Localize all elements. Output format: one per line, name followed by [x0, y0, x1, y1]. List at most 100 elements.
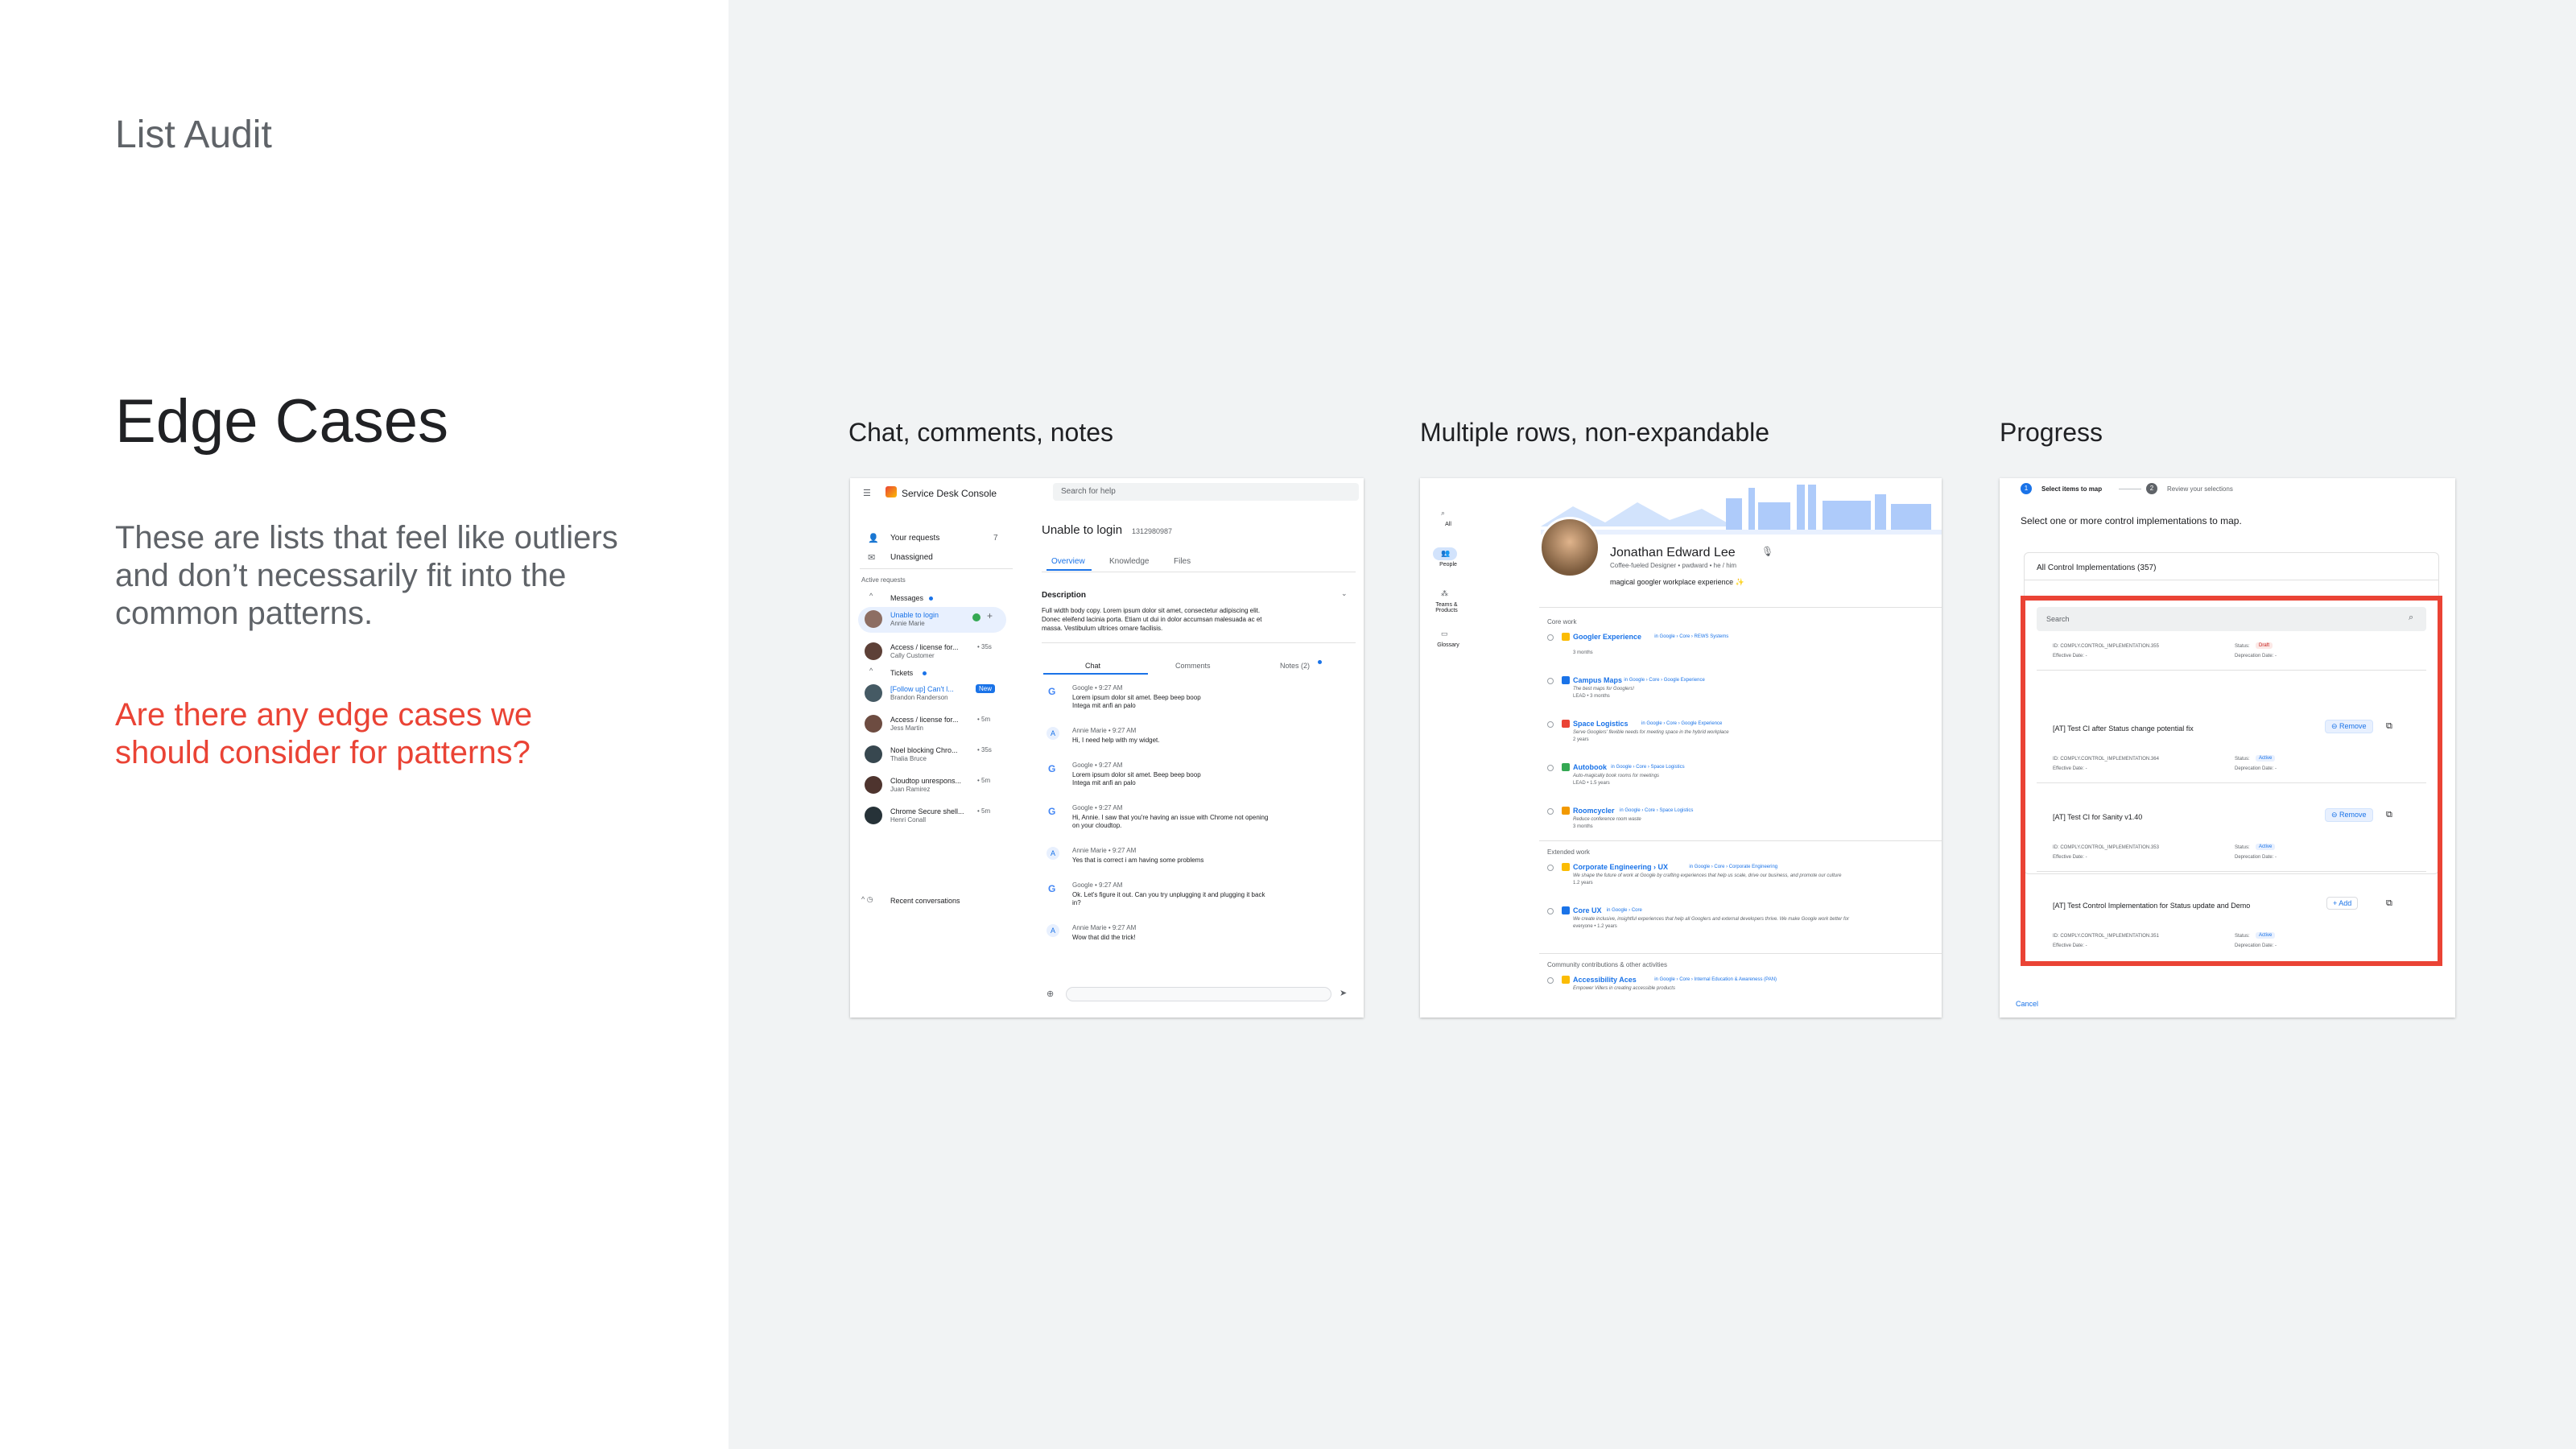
list-item-title[interactable]: Access / license for... [890, 716, 959, 724]
radio-button[interactable] [1547, 678, 1554, 684]
step-review[interactable]: Review your selections [2167, 485, 2233, 493]
messages-label: Messages [890, 594, 924, 602]
tab-indicator [1046, 569, 1092, 571]
item-title[interactable]: Campus Maps [1573, 676, 1622, 684]
radio-button[interactable] [1547, 908, 1554, 914]
list-item-subtitle: Juan Ramirez [890, 786, 931, 793]
pronunciation-icon[interactable]: 🎙 [1761, 546, 1773, 557]
chevron-down-icon[interactable]: ⌄ [1341, 589, 1348, 598]
chevron-up-icon[interactable]: ^ [869, 592, 873, 600]
item-title[interactable]: Googler Experience [1573, 633, 1641, 641]
profile-screenshot: ⌕ All 👥 People ⁂ Teams & Products ▭ Glossary Jo… [1420, 478, 1942, 1018]
product-icon [1562, 976, 1570, 984]
nav-unassigned[interactable]: Unassigned [890, 553, 933, 562]
nav-your-requests[interactable]: Your requests [890, 534, 939, 543]
message-meta: Annie Marie • 9:27 AM [1072, 847, 1137, 854]
item-description: Empower Villers in creating accessible p… [1573, 986, 1675, 991]
step-select[interactable]: Select items to map [2041, 485, 2102, 493]
product-icon [1562, 720, 1570, 728]
radio-button[interactable] [1547, 808, 1554, 815]
tab-chat[interactable]: Chat [1085, 662, 1100, 670]
item-description: Serve Googlers' flexible needs for meeti… [1573, 730, 1729, 735]
message-text: in? [1072, 899, 1081, 906]
item-description: Reduce conference room waste [1573, 817, 1641, 822]
city-skyline-banner [1541, 478, 1942, 535]
chevron-up-icon[interactable]: ^ [869, 667, 873, 675]
divider [1539, 607, 1942, 608]
avatar [865, 610, 882, 628]
divider [1539, 953, 1942, 954]
nav-icon[interactable]: ▭ [1441, 630, 1448, 638]
nav-item-people[interactable]: People [1435, 562, 1462, 568]
tab-files[interactable]: Files [1174, 557, 1191, 566]
item-description: We shape the future of work at Google by… [1573, 873, 1842, 878]
active-requests-label: Active requests [861, 576, 906, 584]
message-text: Intega mit anfi an palo [1072, 702, 1136, 709]
send-icon[interactable]: ➤ [1340, 988, 1347, 998]
list-item-title[interactable]: Access / license for... [890, 643, 959, 651]
item-title[interactable]: Accessibility Aces [1573, 976, 1637, 984]
list-item-title[interactable]: Cloudtop unrespons... [890, 777, 961, 785]
item-title[interactable]: Space Logistics [1573, 720, 1629, 728]
person-icon: 👤 [868, 534, 879, 543]
nav-icon[interactable]: ⁂ [1441, 589, 1448, 598]
item-path[interactable]: in Google › Core › Corporate Engineering [1689, 865, 1777, 869]
nav-icon[interactable]: 👥 [1441, 549, 1450, 558]
message-meta: Google • 9:27 AM [1072, 762, 1123, 769]
radio-button[interactable] [1547, 765, 1554, 771]
nav-item-teams[interactable]: Teams & Products [1433, 602, 1460, 613]
item-path[interactable]: in Google › Core [1607, 908, 1642, 913]
item-path[interactable]: in Google › Core › Internal Education & … [1654, 977, 1777, 982]
search-input[interactable]: Search for help [1053, 483, 1359, 501]
unread-dot [1318, 660, 1322, 664]
item-path[interactable]: in Google › Core › Space Logistics [1620, 808, 1693, 813]
message-text: Yes that is correct i am having some pro… [1072, 857, 1204, 864]
avatar: A [1046, 924, 1059, 937]
message-text: Hi, I need help with my widget. [1072, 737, 1160, 744]
message-meta: Google • 9:27 AM [1072, 881, 1123, 889]
nav-icon[interactable]: ⌕ [1441, 509, 1445, 518]
cancel-button[interactable]: Cancel [2016, 1000, 2038, 1008]
tab-comments[interactable]: Comments [1175, 662, 1211, 670]
add-icon[interactable]: + [987, 610, 993, 621]
list-item-title[interactable]: [Follow up] Can't l... [890, 685, 954, 693]
step-number: 1 [2021, 483, 2032, 494]
list-item-subtitle: Annie Marie [890, 620, 925, 627]
card-title-chat: Chat, comments, notes [848, 418, 1114, 447]
list-item-title[interactable]: Noel blocking Chro... [890, 746, 958, 754]
description-label: Description [1042, 591, 1087, 600]
item-path[interactable]: in Google › Core › Space Logistics [1611, 765, 1684, 770]
google-icon: G [1048, 883, 1056, 894]
avatar [865, 642, 882, 660]
instruction: Select one or more control implementatio… [2021, 515, 2242, 526]
radio-button[interactable] [1547, 977, 1554, 984]
menu-icon[interactable]: ☰ [863, 488, 871, 498]
tab-knowledge[interactable]: Knowledge [1109, 557, 1149, 566]
nav-item-glossary[interactable]: Glossary [1435, 642, 1462, 648]
description-line: Donec eleifend lacinia porta. Etiam ut d… [1042, 616, 1262, 623]
add-circle-icon[interactable]: ⊕ [1046, 989, 1054, 999]
tab-overview[interactable]: Overview [1051, 557, 1085, 566]
history-icon[interactable]: ^ ◷ [861, 895, 873, 904]
list-item-time: • 5m [977, 777, 991, 784]
item-title[interactable]: Core UX [1573, 906, 1602, 914]
list-item-title[interactable]: Chrome Secure shell... [890, 807, 964, 815]
radio-button[interactable] [1547, 721, 1554, 728]
item-title[interactable]: Corporate Engineering › UX [1573, 863, 1668, 871]
nav-item-all[interactable]: All [1435, 522, 1462, 527]
item-meta: LEAD • 1.5 years [1573, 781, 1610, 786]
message-text: on your cloudtop. [1072, 822, 1122, 829]
tab-notes[interactable]: Notes (2) [1280, 662, 1310, 670]
list-title: All Control Implementations (357) [2037, 564, 2157, 572]
item-path[interactable]: in Google › Core › Google Experience [1624, 678, 1704, 683]
message-input[interactable] [1066, 987, 1331, 1001]
item-path[interactable]: in Google › Core › REWS Systems [1654, 634, 1728, 639]
list-item-title[interactable]: Unable to login [890, 611, 939, 619]
item-meta: 3 months [1573, 650, 1593, 655]
item-path[interactable]: in Google › Core › Google Experience [1641, 721, 1722, 726]
recent-conversations[interactable]: Recent conversations [890, 897, 960, 905]
item-title[interactable]: Roomcycler [1573, 807, 1615, 815]
item-title[interactable]: Autobook [1573, 763, 1607, 771]
radio-button[interactable] [1547, 865, 1554, 871]
radio-button[interactable] [1547, 634, 1554, 641]
